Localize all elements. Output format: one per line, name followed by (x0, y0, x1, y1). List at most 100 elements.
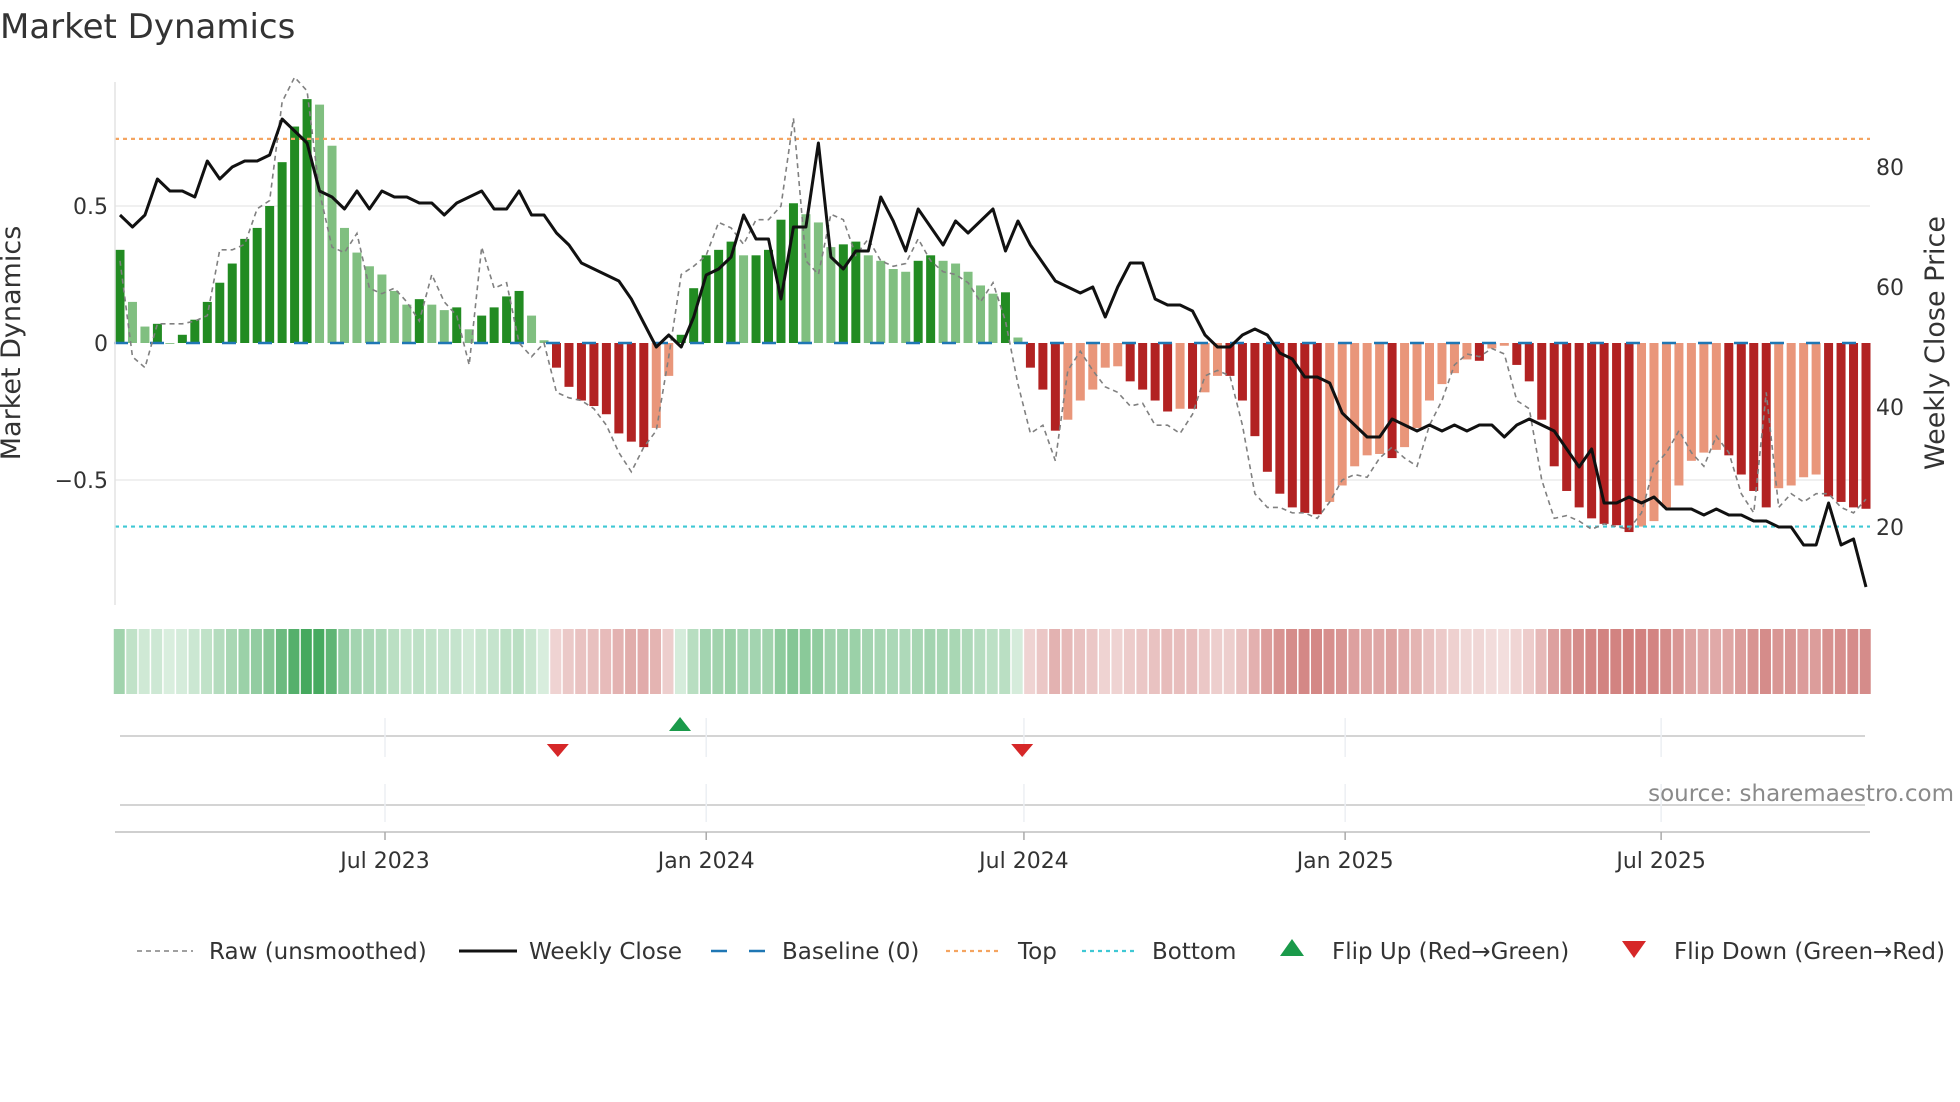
bar (801, 214, 811, 343)
y-tick-label: −0.5 (55, 469, 108, 494)
heat-strip-cell (138, 629, 150, 694)
heat-strip-cell (1523, 629, 1535, 694)
heat-strip-cell (799, 629, 811, 694)
heat-strip-cell (1784, 629, 1796, 694)
y2-tick-label: 20 (1876, 516, 1904, 541)
bar (888, 269, 898, 343)
bar (427, 304, 437, 343)
heat-strip-cell (1747, 629, 1759, 694)
bar (601, 343, 611, 415)
bar (1587, 343, 1597, 519)
heat-strip-cell (824, 629, 836, 694)
bar (190, 319, 200, 343)
flip-panel (120, 717, 1865, 822)
heat-strip-cell (911, 629, 923, 694)
legend-label: Baseline (0) (782, 939, 919, 965)
heat-strip-cell (1610, 629, 1622, 694)
heat-strip-cell (1809, 629, 1821, 694)
bar (1786, 343, 1796, 486)
bar (1350, 343, 1360, 467)
heat-strip-cell (1049, 629, 1061, 694)
heat-strip-cell (1759, 629, 1771, 694)
legend-item-bottom: Bottom (1082, 939, 1236, 965)
bar (1674, 343, 1684, 486)
heat-strip-cell (712, 629, 724, 694)
heat-strip-cell (1510, 629, 1522, 694)
bar (564, 343, 574, 387)
legend-item-raw: Raw (unsmoothed) (137, 939, 427, 965)
legend: Raw (unsmoothed) Weekly Close Baseline (0)… (137, 939, 1945, 965)
heat-strip (113, 629, 1871, 694)
heat-strip-cell (1822, 629, 1834, 694)
bar (1400, 343, 1410, 448)
heat-strip-cell (1236, 629, 1248, 694)
heat-strip-cell (1173, 629, 1185, 694)
heat-strip-cell (350, 629, 362, 694)
bar (527, 315, 537, 343)
bar (202, 301, 212, 343)
heat-strip-cell (338, 629, 350, 694)
y-axis-label: Market Dynamics (0, 226, 27, 461)
bar (302, 99, 312, 343)
heat-strip-cell (886, 629, 898, 694)
bar (1449, 343, 1459, 374)
heat-strip-cell (787, 629, 799, 694)
legend-flip-up-icon (1280, 939, 1304, 956)
bar (626, 343, 636, 442)
bar (1861, 343, 1871, 509)
heat-strip-cell (986, 629, 998, 694)
bar (165, 343, 175, 344)
heat-strip-cell (1535, 629, 1547, 694)
heat-strip-cell (550, 629, 562, 694)
bar (1175, 343, 1185, 409)
heat-strip-cell (1622, 629, 1634, 694)
bar (813, 222, 823, 343)
heat-strip-cell (837, 629, 849, 694)
bar (701, 255, 711, 343)
bar (1188, 343, 1198, 409)
bar (1537, 343, 1547, 420)
heat-strip-cell (1323, 629, 1335, 694)
heat-strip-cell (1348, 629, 1360, 694)
heat-strip-cell (1024, 629, 1036, 694)
heat-strip-cell (724, 629, 736, 694)
bar (502, 296, 512, 343)
heat-strip-cell (1335, 629, 1347, 694)
bar (1387, 343, 1397, 459)
bar (1474, 343, 1484, 361)
x-tick-label: Jul 2025 (1614, 849, 1706, 874)
heat-strip-cell (650, 629, 662, 694)
bar (1163, 343, 1173, 412)
heat-strip-cell (1398, 629, 1410, 694)
legend-flip-down-icon (1622, 941, 1646, 958)
bar (1150, 343, 1160, 401)
heat-strip-cell (413, 629, 425, 694)
heat-strip-cell (1286, 629, 1298, 694)
heat-strip-cell (213, 629, 225, 694)
bar (1724, 343, 1734, 456)
bar (1811, 343, 1821, 475)
legend-label: Weekly Close (529, 939, 682, 965)
x-tick-label: Jul 2024 (977, 849, 1069, 874)
bar (1612, 343, 1622, 526)
bar (1562, 343, 1572, 491)
bar (352, 252, 362, 343)
bar (1637, 343, 1647, 527)
bar (1512, 343, 1522, 365)
heat-strip-cell (462, 629, 474, 694)
bar (988, 293, 998, 343)
heat-strip-cell (874, 629, 886, 694)
bar (1574, 343, 1584, 508)
bar (1237, 343, 1247, 401)
bar (576, 343, 586, 401)
bar (1063, 343, 1073, 420)
legend-label: Bottom (1152, 939, 1236, 965)
legend-item-close: Weekly Close (459, 939, 682, 965)
heat-strip-cell (674, 629, 686, 694)
bar (951, 263, 961, 343)
heat-strip-cell (899, 629, 911, 694)
heat-strip-cell (1061, 629, 1073, 694)
bar (252, 227, 262, 343)
heat-strip-cell (974, 629, 986, 694)
heat-strip-cell (812, 629, 824, 694)
